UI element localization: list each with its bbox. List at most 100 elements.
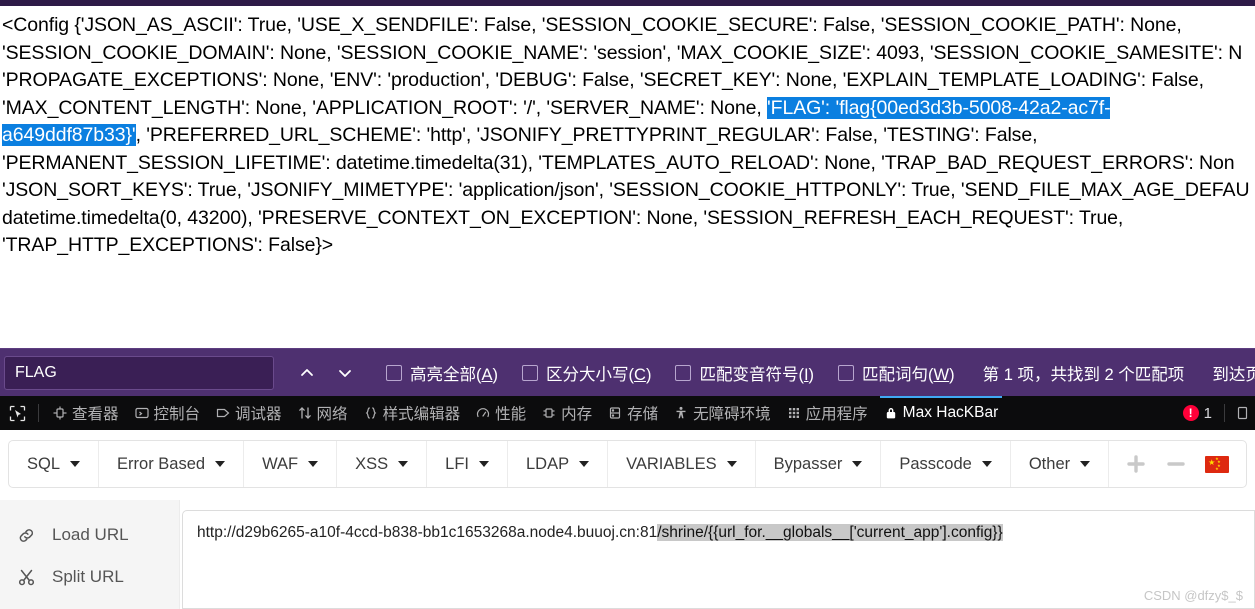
add-tab-button[interactable] xyxy=(1125,453,1147,475)
element-picker-icon[interactable] xyxy=(2,398,32,428)
devtools-tab-2[interactable]: 控制台 xyxy=(127,396,209,430)
hackbar-menu-label: Other xyxy=(1028,454,1071,473)
lock-icon xyxy=(884,406,898,420)
find-input[interactable]: FLAG xyxy=(4,355,274,390)
watermark: CSDN @dfzy$_$ xyxy=(1143,588,1243,603)
config-line: 'MAX_CONTENT_LENGTH': None, 'APPLICATION… xyxy=(2,95,1255,123)
hackbar-menu-label: Bypasser xyxy=(773,454,843,473)
toolbar-divider xyxy=(38,404,39,422)
config-line: 'JSON_SORT_KEYS': True, 'JSONIFY_MIMETYP… xyxy=(2,177,1255,205)
remove-tab-button[interactable] xyxy=(1165,453,1187,475)
hackbar-menu-label: SQL xyxy=(27,454,61,473)
devtools-tab-11[interactable]: Max HacKBar xyxy=(876,396,1007,430)
responsive-mode-icon[interactable] xyxy=(1237,405,1253,421)
find-option-label: 匹配变音符号(I) xyxy=(699,365,815,384)
checkbox-highlight-all[interactable] xyxy=(386,364,402,381)
hackbar-menu-label: Error Based xyxy=(117,454,206,473)
devtools-tab-5[interactable]: 样式编辑器 xyxy=(356,396,469,430)
devtools-tab-1[interactable]: 查看器 xyxy=(45,396,127,430)
load-url-button[interactable]: Load URL xyxy=(0,514,179,556)
hackbar-url-section: Load URL Split URL http://d29b6265-a10f-… xyxy=(0,500,1255,609)
china-flag-icon[interactable]: ★ ★ ★ ★ ★ xyxy=(1205,455,1230,473)
devtools-tab-8[interactable]: 存储 xyxy=(600,396,666,430)
config-text: 'PROPAGATE_EXCEPTIONS': None, 'ENV': 'pr… xyxy=(2,69,1204,91)
hackbar-menu-waf[interactable]: WAF xyxy=(244,441,338,487)
devtools-tab-label: 存储 xyxy=(627,406,659,423)
accessibility-icon xyxy=(674,406,688,420)
config-line: 'TRAP_HTTP_EXCEPTIONS': False}> xyxy=(2,232,1255,260)
application-icon xyxy=(787,406,801,420)
config-text: 'SESSION_COOKIE_DOMAIN': None, 'SESSION_… xyxy=(2,41,1243,64)
devtools-toolbar: 查看器 控制台 调试器 网络 样式编辑器 性能 内存 存储 无障碍环境 应用程序 Max HacKB… xyxy=(0,396,1255,430)
page-content-config-dump: <Config {'JSON_AS_ASCII': True, 'USE_X_S… xyxy=(0,6,1255,348)
devtools-tab-label: Max HacKBar xyxy=(902,404,999,421)
devtools-tab-label: 性能 xyxy=(495,406,527,423)
find-option-match-case[interactable]: 区分大小写(C) xyxy=(522,361,651,385)
config-line: a649ddf87b33}', 'PREFERRED_URL_SCHEME': … xyxy=(2,122,1255,150)
devtools-tab-label: 无障碍环境 xyxy=(693,406,771,423)
devtools-tab-10[interactable]: 应用程序 xyxy=(779,396,876,430)
config-line: datetime.timedelta(0, 43200), 'PRESERVE_… xyxy=(2,205,1255,233)
find-option-label: 匹配词句(W) xyxy=(862,365,955,384)
hackbar-menu-label: LFI xyxy=(445,454,469,473)
error-count-badge[interactable]: ! 1 xyxy=(1182,404,1212,422)
devtools-tab-9[interactable]: 无障碍环境 xyxy=(666,396,779,430)
checkbox-whole-words[interactable] xyxy=(838,364,855,381)
load-url-label: Load URL xyxy=(52,525,129,544)
devtools-tab-label: 调试器 xyxy=(235,406,282,423)
config-text: datetime.timedelta(0, 43200), 'PRESERVE_… xyxy=(2,206,1124,229)
chevron-down-icon xyxy=(308,461,319,467)
devtools-tab-6[interactable]: 性能 xyxy=(468,396,534,430)
devtools-tab-label: 查看器 xyxy=(72,406,119,423)
split-url-label: Split URL xyxy=(52,567,124,586)
devtools-tab-3[interactable]: 调试器 xyxy=(208,396,290,430)
hackbar-menu-variables[interactable]: VARIABLES xyxy=(608,441,756,487)
hackbar-menu-label: VARIABLES xyxy=(626,454,717,473)
checkbox-match-diacritics[interactable] xyxy=(675,364,692,381)
devtools-tab-4[interactable]: 网络 xyxy=(290,396,356,430)
performance-icon xyxy=(476,406,490,420)
devtools-tab-list: 查看器 控制台 调试器 网络 样式编辑器 性能 内存 存储 无障碍环境 应用程序 Max HacKB… xyxy=(45,396,1006,430)
error-count-label: 1 xyxy=(1203,404,1212,422)
find-navigation xyxy=(290,357,362,389)
chevron-down-icon xyxy=(398,461,409,467)
hackbar-menu-label: LDAP xyxy=(526,454,570,473)
hackbar-menu-other[interactable]: Other xyxy=(1011,441,1110,487)
console-icon xyxy=(134,406,149,420)
devtools-right-controls: ! 1 xyxy=(1182,404,1255,422)
chevron-down-icon xyxy=(852,461,863,467)
checkbox-match-case[interactable] xyxy=(522,364,539,381)
split-url-button[interactable]: Split URL xyxy=(0,556,179,598)
find-bar: FLAG 高亮全部(A) 区分大小写(C) 匹配变音符号(I) 匹配词句(W) 第 1… xyxy=(0,348,1255,396)
chevron-down-icon xyxy=(479,461,489,467)
hackbar-panel: SQL Error Based WAF XSS LFI LDAP VARIABLES Bypa… xyxy=(0,430,1255,609)
url-prefix-text: http://d29b6265-a10f-4ccd-b838-bb1c16532… xyxy=(197,524,658,541)
hackbar-menu-label: Passcode xyxy=(899,454,972,473)
devtools-tab-label: 控制台 xyxy=(153,406,201,423)
devtools-tab-7[interactable]: 内存 xyxy=(534,396,600,430)
find-previous-button[interactable] xyxy=(290,357,324,389)
url-input[interactable]: http://d29b6265-a10f-4ccd-b838-bb1c16532… xyxy=(182,510,1255,609)
flag-highlight: a649ddf87b33}' xyxy=(2,124,136,146)
flask-config-output: <Config {'JSON_AS_ASCII': True, 'USE_X_S… xyxy=(2,12,1255,260)
hackbar-menu-error-based[interactable]: Error Based xyxy=(99,441,245,487)
config-text: 'MAX_CONTENT_LENGTH': None, 'APPLICATION… xyxy=(2,96,768,119)
memory-icon xyxy=(542,406,556,420)
find-option-label: 高亮全部(A) xyxy=(410,365,499,384)
config-line: 'PROPAGATE_EXCEPTIONS': None, 'ENV': 'pr… xyxy=(2,67,1255,95)
config-text: 'JSON_SORT_KEYS': True, 'JSONIFY_MIMETYP… xyxy=(2,179,1250,201)
storage-icon xyxy=(608,406,622,420)
hackbar-menu-bypasser[interactable]: Bypasser xyxy=(756,441,882,487)
devtools-tab-label: 内存 xyxy=(561,406,593,423)
hackbar-menu-sql[interactable]: SQL xyxy=(9,441,100,487)
find-option-whole-words[interactable]: 匹配词句(W) xyxy=(838,361,955,385)
config-text: <Config {'JSON_AS_ASCII': True, 'USE_X_S… xyxy=(2,14,1182,36)
find-option-highlight-all[interactable]: 高亮全部(A) xyxy=(386,361,498,385)
hackbar-menu-passcode[interactable]: Passcode xyxy=(881,441,1011,487)
hackbar-menu-lfi[interactable]: LFI xyxy=(427,441,508,487)
link-icon xyxy=(0,526,52,545)
hackbar-menu-ldap[interactable]: LDAP xyxy=(508,441,609,487)
hackbar-menu-xss[interactable]: XSS xyxy=(337,441,428,487)
find-option-match-diacritics[interactable]: 匹配变音符号(I) xyxy=(675,361,814,385)
find-next-button[interactable] xyxy=(328,357,362,389)
